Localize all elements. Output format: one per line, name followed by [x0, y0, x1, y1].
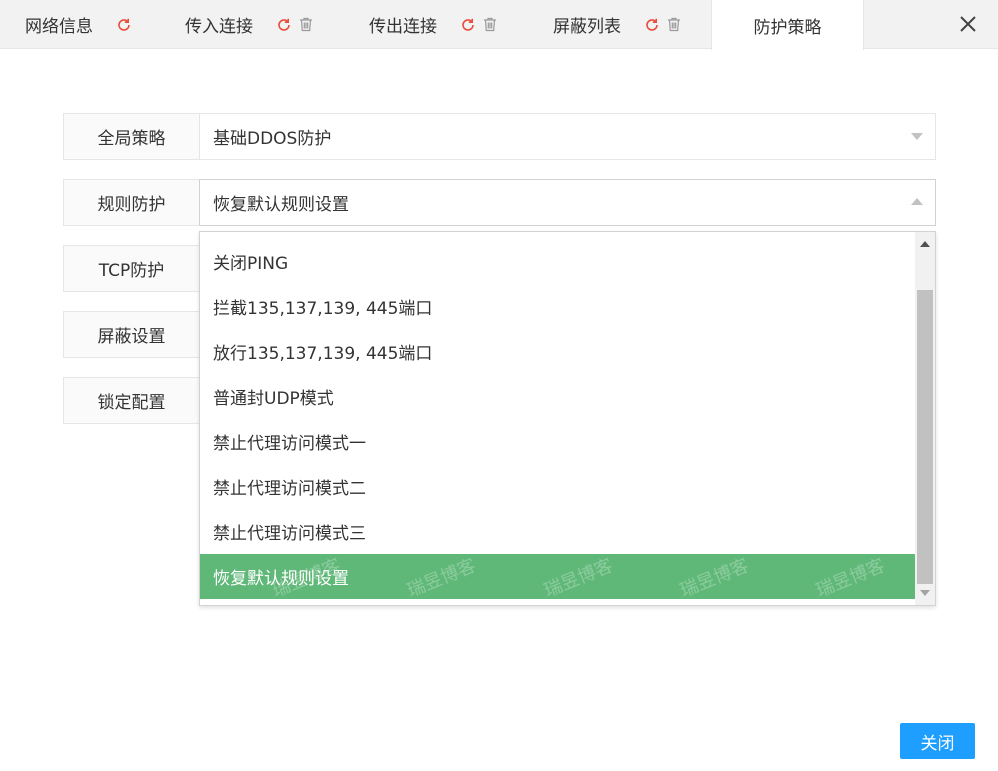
field-label: 屏蔽设置 — [64, 312, 200, 357]
trash-icon[interactable] — [481, 16, 499, 34]
refresh-icon[interactable] — [115, 16, 133, 34]
dropdown-option[interactable]: 禁止代理访问模式三 — [200, 509, 915, 554]
dropdown-scrollbar[interactable] — [915, 232, 935, 605]
watermark: 瑞昱博客 — [676, 551, 752, 602]
tab-label: 传出连接 — [369, 12, 437, 37]
rule-protection-dropdown: 关闭PING 拦截135,137,139, 445端口 放行135,137,13… — [199, 231, 936, 606]
scrollbar-thumb[interactable] — [917, 290, 933, 584]
field-label: TCP防护 — [64, 246, 200, 291]
dropdown-option[interactable]: 禁止代理访问模式二 — [200, 464, 915, 509]
dropdown-option[interactable]: 普通封UDP模式 — [200, 374, 915, 419]
dropdown-option[interactable]: 关闭PING — [200, 239, 915, 284]
trash-icon[interactable] — [297, 16, 315, 34]
form-row-global-policy: 全局策略 基础DDOS防护 — [63, 113, 936, 160]
tab-label: 网络信息 — [25, 12, 93, 37]
tab-bar: 网络信息 传入连接 传出连接 屏蔽列表 防护策略 — [0, 0, 998, 49]
scroll-up-icon[interactable] — [915, 236, 935, 252]
chevron-up-icon — [911, 198, 923, 205]
tab-label: 屏蔽列表 — [553, 12, 621, 37]
dropdown-option-selected[interactable]: 恢复默认规则设置 瑞昱博客 瑞昱博客 瑞昱博客 瑞昱博客 瑞昱博客 — [200, 554, 915, 599]
trash-icon[interactable] — [665, 16, 683, 34]
watermark: 瑞昱博客 — [540, 551, 616, 602]
option-label: 恢复默认规则设置 — [213, 564, 349, 589]
refresh-icon[interactable] — [459, 16, 477, 34]
select-value: 基础DDOS防护 — [213, 124, 331, 149]
tab-block-list[interactable]: 屏蔽列表 — [553, 0, 683, 49]
field-label: 全局策略 — [64, 114, 200, 159]
tab-outgoing-connections[interactable]: 传出连接 — [369, 0, 499, 49]
dropdown-option[interactable]: 禁止代理访问模式一 — [200, 419, 915, 464]
tab-incoming-connections[interactable]: 传入连接 — [185, 0, 315, 49]
refresh-icon[interactable] — [275, 16, 293, 34]
field-label: 规则防护 — [64, 180, 200, 225]
select-value: 恢复默认规则设置 — [213, 190, 349, 215]
tab-network-info[interactable]: 网络信息 — [25, 0, 133, 49]
close-icon[interactable] — [956, 12, 980, 36]
scroll-down-icon[interactable] — [915, 585, 935, 601]
rule-protection-select[interactable]: 恢复默认规则设置 — [200, 180, 935, 225]
watermark: 瑞昱博客 — [403, 551, 479, 602]
tab-label: 传入连接 — [185, 12, 253, 37]
tab-protection-policy[interactable]: 防护策略 — [711, 0, 864, 50]
close-button[interactable]: 关闭 — [900, 723, 975, 759]
chevron-down-icon — [911, 133, 923, 140]
field-label: 锁定配置 — [64, 378, 200, 423]
form-row-rule-protection: 规则防护 恢复默认规则设置 — [63, 179, 936, 226]
global-policy-select[interactable]: 基础DDOS防护 — [200, 114, 935, 159]
dropdown-option[interactable]: 放行135,137,139, 445端口 — [200, 329, 915, 374]
tab-label: 防护策略 — [754, 13, 822, 38]
refresh-icon[interactable] — [643, 16, 661, 34]
watermark: 瑞昱博客 — [812, 551, 888, 602]
dropdown-option[interactable]: 拦截135,137,139, 445端口 — [200, 284, 915, 329]
